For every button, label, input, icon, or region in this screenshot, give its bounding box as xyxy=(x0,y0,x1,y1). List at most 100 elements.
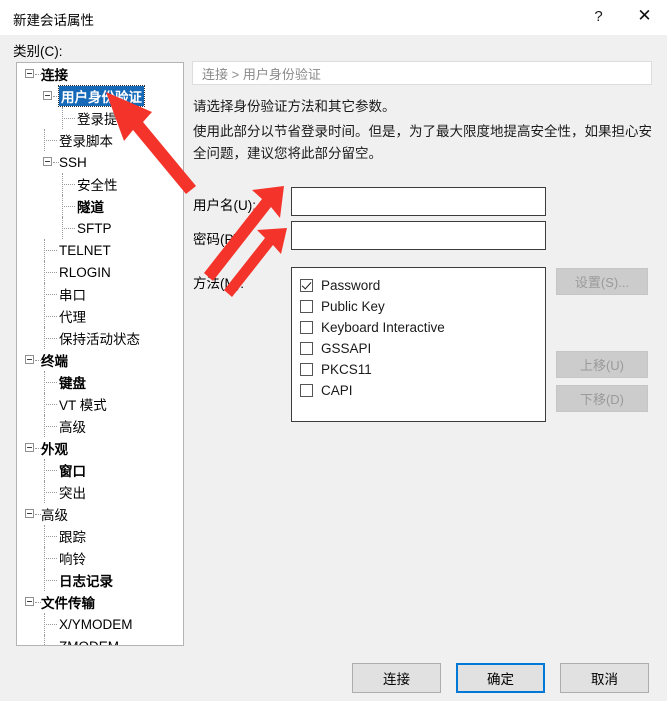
tree-item-6[interactable]: 隧道 xyxy=(17,195,183,217)
checkbox-icon[interactable] xyxy=(300,384,313,397)
tree-guide xyxy=(44,327,46,349)
username-input[interactable] xyxy=(291,187,546,216)
method-row-4[interactable]: PKCS11 xyxy=(300,359,545,380)
move-up-button[interactable]: 上移(U) xyxy=(556,351,648,378)
tree-item-19[interactable]: 突出 xyxy=(17,481,183,503)
tree-expander-collapse-icon[interactable] xyxy=(43,157,52,166)
password-label: 密码(P): xyxy=(193,232,242,247)
tree-item-17[interactable]: 外观 xyxy=(17,437,183,459)
tree-item-10[interactable]: 串口 xyxy=(17,283,183,305)
tree-expander-collapse-icon[interactable] xyxy=(25,509,34,518)
tree-item-label: 登录提示符 xyxy=(77,112,145,127)
tree-item-2[interactable]: 登录提示符 xyxy=(17,107,183,129)
tree-item-16[interactable]: 高级 xyxy=(17,415,183,437)
tree-item-1[interactable]: 用户身份验证 xyxy=(17,85,183,107)
method-label: GSSAPI xyxy=(321,341,372,356)
tree-item-label: 代理 xyxy=(59,310,86,325)
auth-method-list[interactable]: Password Public Key Keyboard Interactive GS… xyxy=(291,267,546,422)
checkbox-icon[interactable] xyxy=(300,279,313,292)
method-label: PKCS11 xyxy=(321,362,372,377)
tree-guide xyxy=(44,305,46,327)
tree-item-21[interactable]: 跟踪 xyxy=(17,525,183,547)
tree-item-label: ZMODEM xyxy=(59,638,119,646)
tree-expander-collapse-icon[interactable] xyxy=(25,355,34,364)
tree-guide xyxy=(44,283,46,305)
tree-item-24[interactable]: 文件传输 xyxy=(17,591,183,613)
tree-guide xyxy=(62,107,64,129)
tree-item-25[interactable]: X/YMODEM xyxy=(17,613,183,635)
method-row-0[interactable]: Password xyxy=(300,275,545,296)
close-icon[interactable]: ✕ xyxy=(622,0,667,32)
description-line-1: 请选择身份验证方法和其它参数。 xyxy=(193,99,396,114)
tree-item-label: X/YMODEM xyxy=(59,616,133,632)
tree-item-11[interactable]: 代理 xyxy=(17,305,183,327)
move-down-button[interactable]: 下移(D) xyxy=(556,385,648,412)
tree-item-7[interactable]: SFTP xyxy=(17,217,183,239)
category-label: 类别(C): xyxy=(13,44,63,59)
tree-item-label: 高级 xyxy=(41,508,68,523)
tree-item-23[interactable]: 日志记录 xyxy=(17,569,183,591)
tree-guide xyxy=(44,525,46,547)
tree-item-label: 用户身份验证 xyxy=(58,85,145,107)
cancel-button[interactable]: 取消 xyxy=(560,663,649,693)
tree-item-5[interactable]: 安全性 xyxy=(17,173,183,195)
tree-item-20[interactable]: 高级 xyxy=(17,503,183,525)
tree-item-label: 外观 xyxy=(41,442,68,457)
checkbox-icon[interactable] xyxy=(300,363,313,376)
tree-item-22[interactable]: 响铃 xyxy=(17,547,183,569)
tree-item-15[interactable]: VT 模式 xyxy=(17,393,183,415)
connect-button[interactable]: 连接 xyxy=(352,663,441,693)
method-row-1[interactable]: Public Key xyxy=(300,296,545,317)
new-session-properties-dialog: 新建会话属性 ? ✕ 类别(C): 连接 用户身份验证 登录提示符 登录脚本 SSH 安全… xyxy=(0,0,667,701)
tree-item-13[interactable]: 终端 xyxy=(17,349,183,371)
method-row-5[interactable]: CAPI xyxy=(300,380,545,401)
tree-expander-collapse-icon[interactable] xyxy=(25,443,34,452)
tree-guide xyxy=(44,547,46,569)
tree-guide xyxy=(44,635,46,645)
tree-expander-collapse-icon[interactable] xyxy=(43,91,52,100)
tree-expander-collapse-icon[interactable] xyxy=(25,69,34,78)
tree-item-14[interactable]: 键盘 xyxy=(17,371,183,393)
tree-item-label: 连接 xyxy=(41,68,68,83)
tree-guide xyxy=(62,195,64,217)
method-row-2[interactable]: Keyboard Interactive xyxy=(300,317,545,338)
window-title: 新建会话属性 xyxy=(13,13,94,28)
tree-item-label: TELNET xyxy=(59,242,111,258)
breadcrumb: 连接 > 用户身份验证 xyxy=(192,61,652,85)
tree-item-12[interactable]: 保持活动状态 xyxy=(17,327,183,349)
title-bar: 新建会话属性 ? ✕ xyxy=(0,0,667,35)
tree-item-8[interactable]: TELNET xyxy=(17,239,183,261)
tree-item-18[interactable]: 窗口 xyxy=(17,459,183,481)
tree-guide xyxy=(44,371,46,393)
ok-button[interactable]: 确定 xyxy=(456,663,545,693)
tree-expander-collapse-icon[interactable] xyxy=(25,597,34,606)
settings-button[interactable]: 设置(S)... xyxy=(556,268,648,295)
method-row-3[interactable]: GSSAPI xyxy=(300,338,545,359)
method-label: Keyboard Interactive xyxy=(321,320,445,335)
tree-item-label: 终端 xyxy=(41,354,68,369)
tree-item-label: 文件传输 xyxy=(41,596,95,611)
tree-item-label: 登录脚本 xyxy=(59,134,113,149)
tree-item-label: 突出 xyxy=(59,486,86,501)
tree-item-label: VT 模式 xyxy=(59,398,107,413)
tree-item-label: 窗口 xyxy=(59,464,86,479)
tree-guide xyxy=(44,415,46,437)
tree-guide xyxy=(44,569,46,591)
tree-item-label: 串口 xyxy=(59,288,86,303)
category-tree[interactable]: 连接用户身份验证登录提示符登录脚本 SSH 安全性 隧道 SFTP TELNET RLOGI… xyxy=(16,62,184,646)
tree-item-label: 保持活动状态 xyxy=(59,332,140,347)
tree-item-label: 键盘 xyxy=(59,376,86,391)
tree-item-label: SSH xyxy=(59,154,87,170)
password-input[interactable] xyxy=(291,221,546,250)
checkbox-icon[interactable] xyxy=(300,300,313,313)
tree-item-4[interactable]: SSH xyxy=(17,151,183,173)
tree-item-3[interactable]: 登录脚本 xyxy=(17,129,183,151)
method-label: 方法(M): xyxy=(193,276,244,291)
checkbox-icon[interactable] xyxy=(300,321,313,334)
tree-item-9[interactable]: RLOGIN xyxy=(17,261,183,283)
tree-item-26[interactable]: ZMODEM xyxy=(17,635,183,646)
checkbox-icon[interactable] xyxy=(300,342,313,355)
help-icon[interactable]: ? xyxy=(580,0,617,32)
tree-item-label: 响铃 xyxy=(59,552,86,567)
tree-item-0[interactable]: 连接 xyxy=(17,63,183,85)
